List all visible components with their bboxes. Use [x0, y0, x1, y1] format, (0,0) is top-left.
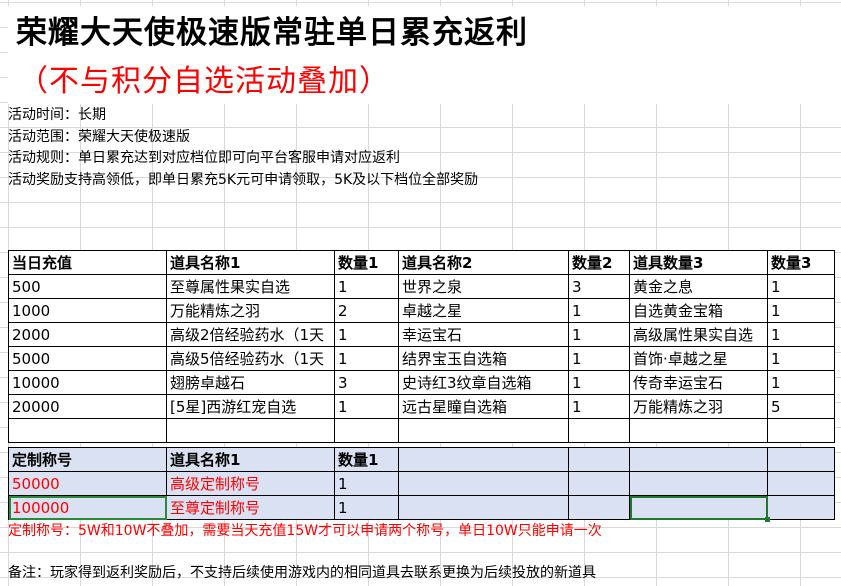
table-cell[interactable]: 500 [8, 274, 167, 299]
fill-handle[interactable] [765, 517, 770, 522]
table-cell[interactable]: 1 [568, 298, 630, 323]
custom-title-note: 定制称号：5W和10W不叠加，需要当天充值15W才可以申请两个称号，单日10W只… [8, 523, 602, 539]
table-cell[interactable]: [5星]西游红宠自选 [166, 394, 335, 419]
table-cell[interactable]: 首饰·卓越之星 [629, 346, 768, 371]
table-cell[interactable]: 3 [568, 274, 630, 299]
table-cell[interactable]: 万能精炼之羽 [166, 298, 335, 323]
table-row: 50000 高级定制称号 1 [8, 471, 835, 496]
table-cell[interactable]: 史诗红3纹章自选箱 [398, 370, 569, 395]
table-cell[interactable]: 3 [334, 370, 399, 395]
table-cell[interactable]: 幸运宝石 [398, 322, 569, 347]
table-cell[interactable]: 1 [767, 346, 835, 371]
table-cell[interactable]: 20000 [8, 394, 167, 419]
sheet-subtitle: （不与积分自选活动叠加） [8, 60, 841, 104]
table-cell[interactable]: 1 [334, 394, 399, 419]
table-cell[interactable] [166, 418, 335, 443]
table-row-empty [8, 418, 835, 443]
table-cell[interactable]: 1 [767, 322, 835, 347]
table-cell[interactable]: 1 [767, 298, 835, 323]
info-activity-rewards: 活动奖励支持高领低，即单日累充5K元可申请领取，5K及以下档位全部奖励 [8, 172, 479, 188]
sheet-title: 荣耀大天使极速版常驻单日累充返利 [8, 6, 841, 60]
table-row: 5000 高级5倍经验药水（1天 1 结界宝玉自选箱 1 首饰·卓越之星 1 [8, 346, 835, 371]
table-row: 20000 [5星]西游红宠自选 1 远古星瞳自选箱 1 万能精炼之羽 5 [8, 394, 835, 419]
table-cell[interactable]: 1 [334, 346, 399, 371]
table-cell[interactable] [767, 495, 835, 520]
table-cell[interactable]: 高级定制称号 [166, 471, 335, 496]
header-cell[interactable]: 数量1 [334, 250, 399, 275]
table-cell[interactable] [568, 471, 630, 496]
table-cell[interactable]: 高级属性果实自选 [629, 322, 768, 347]
table-cell[interactable]: 10000 [8, 370, 167, 395]
header-cell[interactable]: 道具数量3 [629, 250, 768, 275]
table-cell[interactable] [398, 418, 569, 443]
header-cell[interactable]: 道具名称1 [166, 447, 335, 472]
table-cell[interactable] [629, 447, 768, 472]
table-cell[interactable]: 黄金之息 [629, 274, 768, 299]
header-cell[interactable]: 当日充值 [8, 250, 167, 275]
table-cell[interactable] [398, 471, 569, 496]
table-cell[interactable]: 1 [334, 471, 399, 496]
table-cell[interactable]: 100000 [8, 495, 167, 520]
info-activity-time: 活动时间：长期 [8, 107, 106, 123]
table-cell[interactable]: 高级2倍经验药水（1天 [166, 322, 335, 347]
table-cell[interactable] [334, 418, 399, 443]
table-cell[interactable]: 5000 [8, 346, 167, 371]
table-header-row: 当日充值 道具名称1 数量1 道具名称2 数量2 道具数量3 数量3 [8, 250, 835, 275]
custom-title-table: 定制称号 道具名称1 数量1 50000 高级定制称号 1 100000 至尊定… [8, 447, 835, 520]
table-row: 500 至尊属性果实自选 1 世界之泉 3 黄金之息 1 [8, 274, 835, 299]
table-cell[interactable]: 1000 [8, 298, 167, 323]
table-cell[interactable]: 自选黄金宝箱 [629, 298, 768, 323]
table-cell[interactable]: 1 [334, 322, 399, 347]
table-cell[interactable] [629, 418, 768, 443]
table-cell[interactable] [398, 495, 569, 520]
table-cell[interactable]: 50000 [8, 471, 167, 496]
table-cell[interactable] [398, 447, 569, 472]
table-cell[interactable]: 1 [568, 322, 630, 347]
table-row: 10000 翅膀卓越石 3 史诗红3纹章自选箱 1 传奇幸运宝石 1 [8, 370, 835, 395]
table-row: 1000 万能精炼之羽 2 卓越之星 1 自选黄金宝箱 1 [8, 298, 835, 323]
header-cell[interactable]: 道具名称1 [166, 250, 335, 275]
table-cell[interactable]: 2000 [8, 322, 167, 347]
table-cell[interactable]: 传奇幸运宝石 [629, 370, 768, 395]
table-cell[interactable] [568, 495, 630, 520]
table-cell[interactable]: 至尊定制称号 [166, 495, 335, 520]
table-cell[interactable]: 2 [334, 298, 399, 323]
table-cell[interactable]: 远古星瞳自选箱 [398, 394, 569, 419]
table-cell[interactable]: 万能精炼之羽 [629, 394, 768, 419]
table-cell[interactable]: 1 [334, 495, 399, 520]
table-row: 100000 至尊定制称号 1 [8, 495, 835, 520]
table-cell[interactable]: 5 [767, 394, 835, 419]
header-cell[interactable]: 定制称号 [8, 447, 167, 472]
table-cell[interactable] [767, 447, 835, 472]
table-cell[interactable]: 1 [568, 394, 630, 419]
table-row: 2000 高级2倍经验药水（1天 1 幸运宝石 1 高级属性果实自选 1 [8, 322, 835, 347]
header-cell[interactable]: 数量3 [767, 250, 835, 275]
table-cell[interactable]: 1 [767, 370, 835, 395]
info-activity-rules: 活动规则：单日累充达到对应档位即可向平台客服申请对应返利 [8, 150, 400, 166]
table-cell[interactable]: 1 [568, 346, 630, 371]
table-cell[interactable]: 结界宝玉自选箱 [398, 346, 569, 371]
table-cell[interactable]: 世界之泉 [398, 274, 569, 299]
table-cell[interactable] [629, 471, 768, 496]
table-cell[interactable] [767, 418, 835, 443]
table-cell[interactable] [767, 471, 835, 496]
table-cell[interactable]: 翅膀卓越石 [166, 370, 335, 395]
table-cell[interactable]: 1 [568, 370, 630, 395]
table-header-row: 定制称号 道具名称1 数量1 [8, 447, 835, 472]
table-cell[interactable]: 高级5倍经验药水（1天 [166, 346, 335, 371]
recharge-rebate-table: 当日充值 道具名称1 数量1 道具名称2 数量2 道具数量3 数量3 500 至… [8, 250, 835, 443]
info-activity-scope: 活动范围：荣耀大天使极速版 [8, 129, 190, 145]
table-cell[interactable]: 1 [767, 274, 835, 299]
table-cell[interactable]: 卓越之星 [398, 298, 569, 323]
footer-note: 备注：玩家得到返利奖励后，不支持后续使用游戏内的相同道具去联系更换为后续投放的新… [8, 565, 596, 581]
table-cell[interactable]: 1 [334, 274, 399, 299]
header-cell[interactable]: 数量1 [334, 447, 399, 472]
table-cell[interactable] [568, 447, 630, 472]
table-cell[interactable] [8, 418, 167, 443]
header-cell[interactable]: 数量2 [568, 250, 630, 275]
selected-cell[interactable] [629, 495, 768, 520]
table-cell[interactable] [568, 418, 630, 443]
table-cell[interactable]: 至尊属性果实自选 [166, 274, 335, 299]
header-cell[interactable]: 道具名称2 [398, 250, 569, 275]
